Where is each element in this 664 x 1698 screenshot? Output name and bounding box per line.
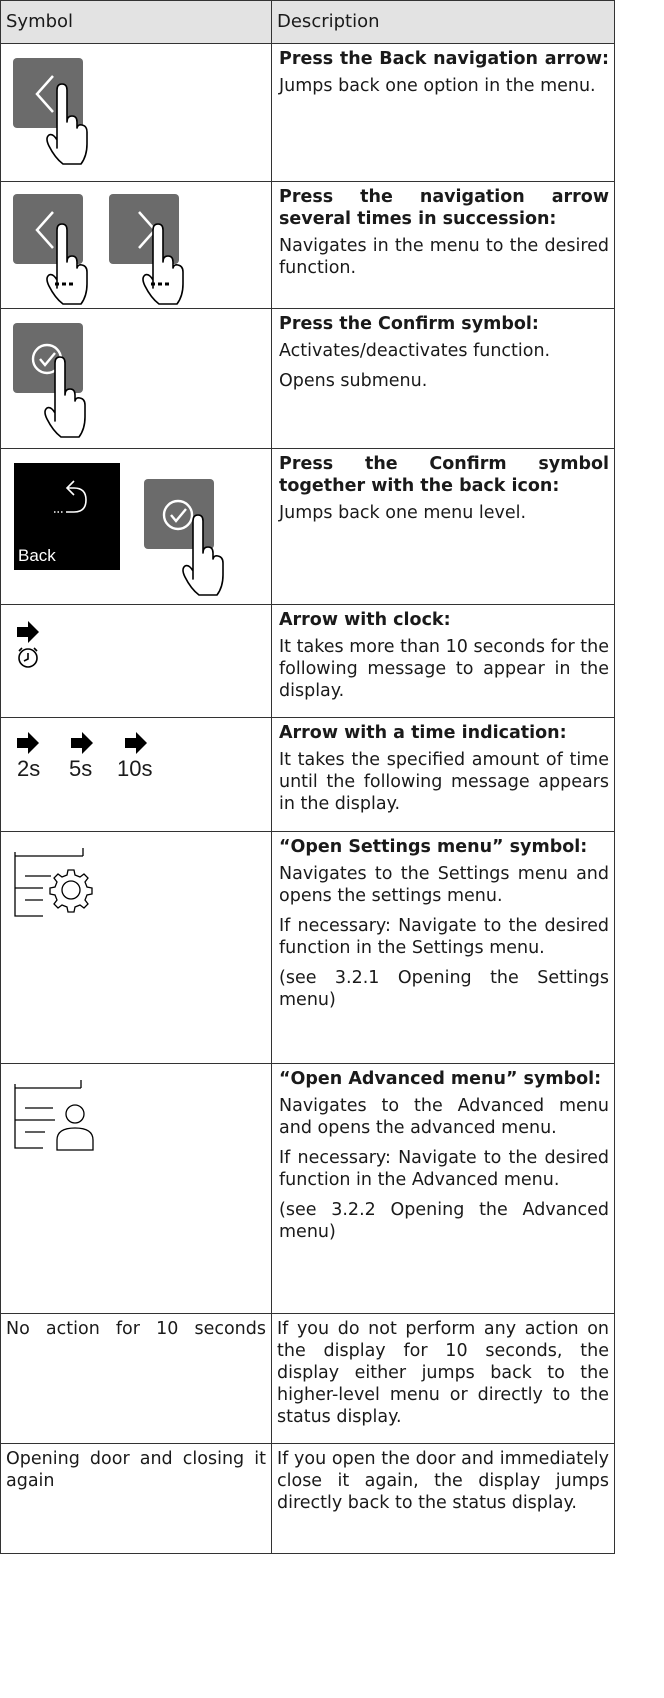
row-title: Press the Confirm symbol together with t…: [279, 454, 609, 496]
table-row: “Open Advanced menu” symbol: Navigates t…: [0, 1063, 615, 1314]
row-text: Opens submenu.: [279, 371, 428, 391]
header-description: Description: [271, 0, 615, 44]
row-text: Navigates to the Advanced menu and opens…: [279, 1096, 609, 1138]
time-label: 2s: [17, 756, 41, 781]
symbol-cell: [0, 604, 272, 718]
row-title: Press the Back navigation arrow:: [279, 49, 609, 69]
symbol-cell: [0, 1063, 272, 1314]
arrow-icon: [71, 732, 93, 754]
row-title: “Open Settings menu” symbol:: [279, 837, 588, 857]
pointing-hand-icon: [44, 356, 86, 438]
description-cell: “Open Advanced menu” symbol: Navigates t…: [271, 1063, 615, 1314]
arrow-icon: [17, 621, 39, 643]
table-header-row: Symbol Description: [0, 0, 615, 44]
settings-menu-icon: [14, 848, 93, 917]
row-text: If you open the door and immedi­ately cl…: [277, 1449, 609, 1513]
header-symbol: Symbol: [0, 0, 272, 44]
time-label: 5s: [69, 756, 93, 781]
clock-icon: [18, 647, 38, 668]
table-row: Back Press the Confirm symbol together w…: [0, 448, 615, 605]
description-cell: “Open Settings menu” symbol: Navigates t…: [271, 831, 615, 1064]
row-text: Jumps back one menu level.: [279, 503, 527, 523]
row-text: If necessary: Navigate to the desired fu…: [279, 1148, 609, 1190]
description-cell: Arrow with clock: It takes more than 10 …: [271, 604, 615, 718]
condition-text: Opening door and closing it again: [6, 1449, 266, 1491]
arrow-icon: [17, 732, 39, 754]
description-cell: Arrow with a time indication: It takes t…: [271, 717, 615, 832]
table-row: Opening door and closing it again If you…: [0, 1443, 615, 1554]
symbol-cell: 2s 5s 10s: [0, 717, 272, 832]
table-row: Press the Back navigation arrow: Jumps b…: [0, 43, 615, 182]
row-text: If necessary: Navigate to the desired fu…: [279, 916, 609, 958]
row-text: (see 3.2.2 Opening the Advanced menu): [279, 1200, 609, 1242]
row-text: If you do not perform any action on the …: [277, 1319, 609, 1427]
symbol-table: Symbol Description Press the Back naviga…: [0, 0, 615, 1554]
symbol-cell: [0, 181, 272, 309]
pointing-hand-icon: [142, 223, 184, 305]
row-text: It takes more than 10 seconds for the fo…: [279, 637, 609, 701]
symbol-cell: [0, 43, 272, 182]
pointing-hand-icon: [46, 223, 88, 305]
description-cell: If you do not perform any action on the …: [271, 1313, 615, 1444]
table-row: No action for 10 seconds If you do not p…: [0, 1313, 615, 1444]
condition-cell: Opening door and closing it again: [0, 1443, 272, 1554]
back-label: Back: [18, 546, 56, 565]
row-text: Navigates to the Settings menu and opens…: [279, 864, 609, 906]
pointing-hand-icon: [182, 514, 224, 596]
symbol-cell: [0, 831, 272, 1064]
condition-text: No action for 10 seconds: [6, 1319, 266, 1339]
table-row: Press the Confirm symbol: Activates/deac…: [0, 308, 615, 449]
row-title: Arrow with a time indication:: [279, 723, 567, 743]
row-title: Press the navigation arrow several times…: [279, 187, 609, 229]
description-cell: Press the Confirm symbol: Activates/deac…: [271, 308, 615, 449]
arrow-icon: [125, 732, 147, 754]
table-row: Press the navigation arrow several times…: [0, 181, 615, 309]
row-text: Activates/deactivates function.: [279, 341, 551, 361]
table-row: “Open Settings menu” symbol: Navigates t…: [0, 831, 615, 1064]
description-cell: Press the Confirm symbol together with t…: [271, 448, 615, 605]
row-text: It takes the specified amount of time un…: [279, 750, 609, 814]
table-row: 2s 5s 10s Arrow with a time indication: …: [0, 717, 615, 832]
row-text: Navigates in the menu to the desired fun…: [279, 236, 609, 278]
row-title: “Open Advanced menu” symbol:: [279, 1069, 602, 1089]
description-cell: If you open the door and immedi­ately cl…: [271, 1443, 615, 1554]
symbol-cell: [0, 308, 272, 449]
row-text: Jumps back one option in the menu.: [279, 76, 596, 96]
row-title: Arrow with clock:: [279, 610, 451, 630]
description-cell: Press the Back navigation arrow: Jumps b…: [271, 43, 615, 182]
pointing-hand-icon: [46, 83, 88, 165]
description-cell: Press the navigation arrow several times…: [271, 181, 615, 309]
time-label: 10s: [117, 756, 153, 781]
back-display-icon: Back: [14, 463, 120, 570]
advanced-menu-icon: [14, 1080, 94, 1151]
symbol-cell: Back: [0, 448, 272, 605]
row-title: Press the Confirm symbol:: [279, 314, 539, 334]
condition-cell: No action for 10 seconds: [0, 1313, 272, 1444]
table-row: Arrow with clock: It takes more than 10 …: [0, 604, 615, 718]
row-text: (see 3.2.1 Opening the Settings menu): [279, 968, 609, 1010]
